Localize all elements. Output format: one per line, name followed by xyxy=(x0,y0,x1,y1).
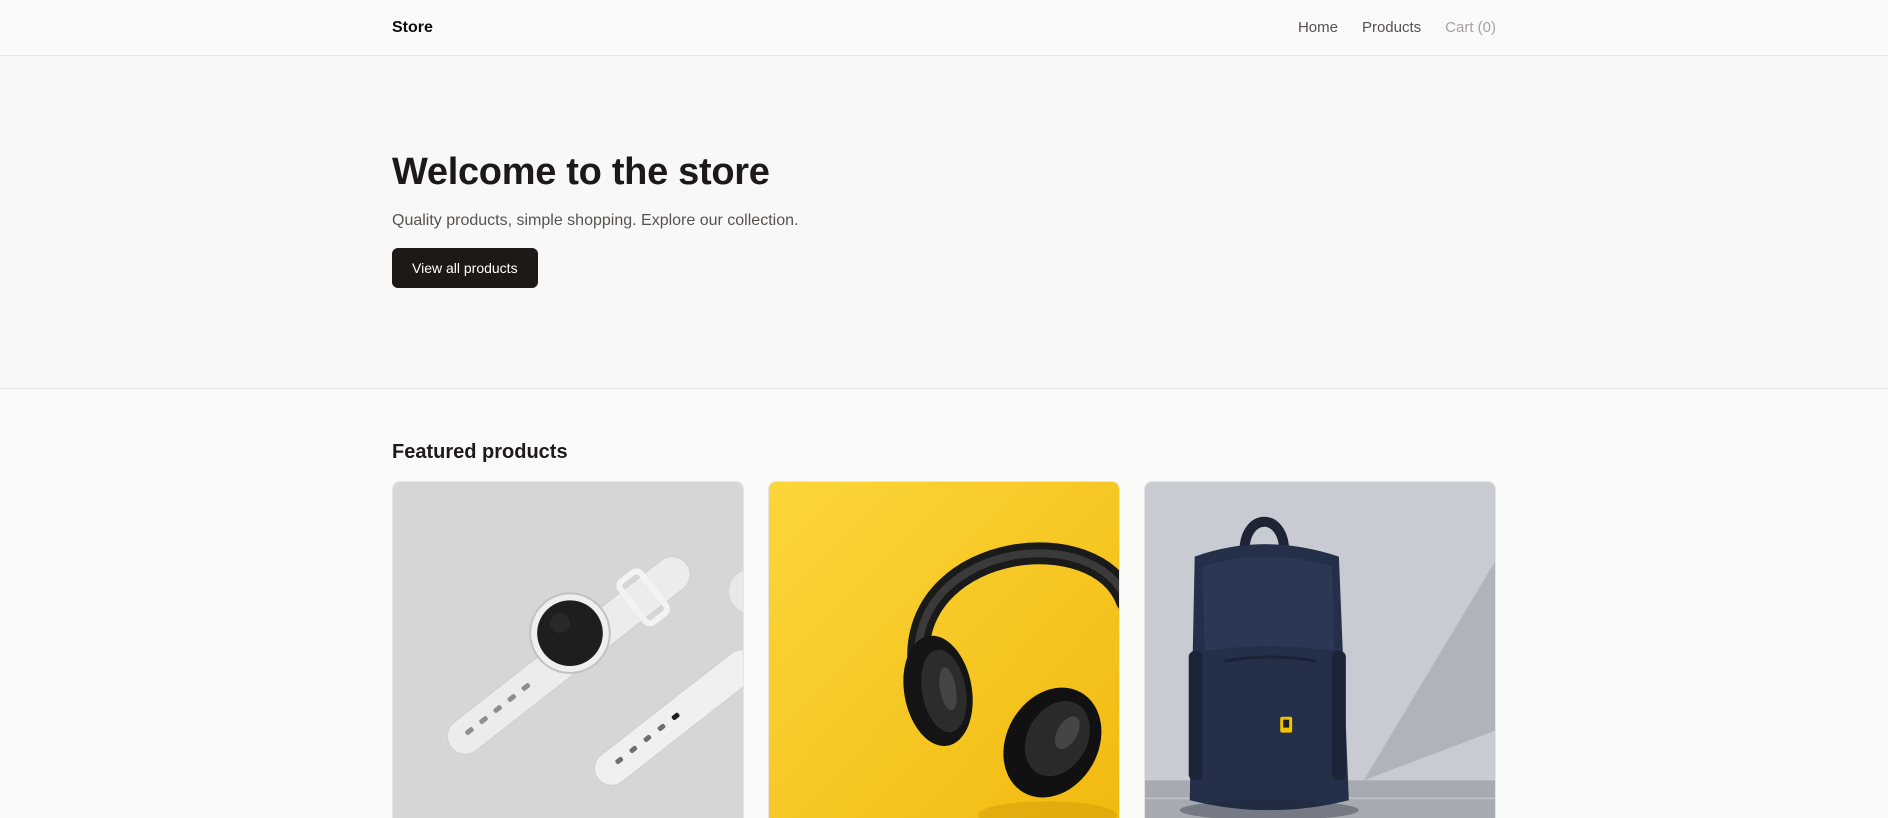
featured-section: Featured products xyxy=(0,389,1888,818)
nav-home-link[interactable]: Home xyxy=(1298,19,1338,36)
product-card-backpack[interactable] xyxy=(1144,481,1496,818)
nav-cart-link[interactable]: Cart (0) xyxy=(1445,19,1496,36)
hero-title: Welcome to the store xyxy=(392,151,770,193)
featured-title: Featured products xyxy=(392,441,568,463)
site-header: Store Home Products Cart (0) xyxy=(0,0,1888,56)
main-nav: Home Products Cart (0) xyxy=(1298,19,1496,36)
product-card-watch[interactable] xyxy=(392,481,744,818)
hero-section: Welcome to the store Quality products, s… xyxy=(0,56,1888,389)
backpack-image xyxy=(1145,482,1495,818)
brand-logo[interactable]: Store xyxy=(392,19,433,37)
product-card-headphones[interactable] xyxy=(768,481,1120,818)
hero-subtitle: Quality products, simple shopping. Explo… xyxy=(392,212,799,229)
headphones-image xyxy=(769,482,1119,818)
nav-products-link[interactable]: Products xyxy=(1362,19,1421,36)
view-all-products-button[interactable]: View all products xyxy=(392,248,538,288)
product-grid xyxy=(392,481,1496,818)
watch-image xyxy=(393,482,743,818)
